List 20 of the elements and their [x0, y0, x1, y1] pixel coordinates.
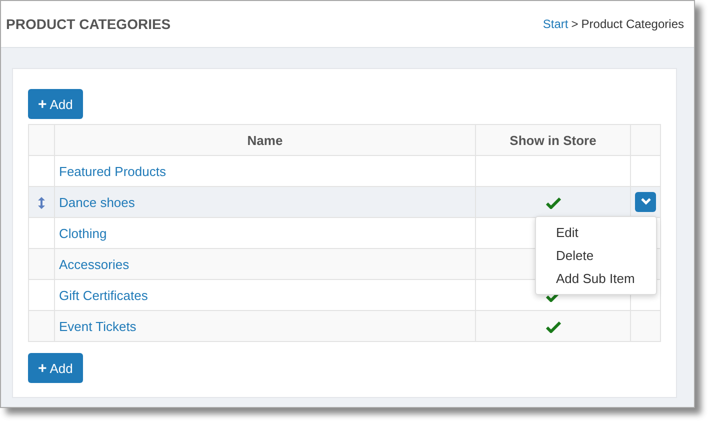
drag-handle-icon[interactable]: [38, 197, 45, 210]
menu-item[interactable]: Add Sub Item: [536, 266, 656, 290]
add-button[interactable]: + Add: [28, 353, 83, 383]
column-header: Name: [54, 124, 476, 156]
breadcrumb-current: Product Categories: [581, 17, 684, 31]
category-link[interactable]: Gift Certificates: [59, 288, 148, 302]
page-title: PRODUCT CATEGORIES: [6, 16, 171, 32]
menu-item[interactable]: Delete: [536, 244, 656, 266]
breadcrumb-separator: >: [571, 17, 578, 31]
category-link[interactable]: Event Tickets: [59, 318, 136, 334]
category-link[interactable]: Accessories: [59, 256, 130, 272]
breadcrumb-link[interactable]: Start: [542, 17, 568, 31]
category-link[interactable]: Dance shoes: [59, 194, 135, 210]
category-link[interactable]: Featured Products: [59, 164, 166, 178]
add-button[interactable]: + Add: [28, 89, 83, 119]
chevron-down-icon: [640, 198, 650, 205]
category-link[interactable]: Clothing: [59, 226, 107, 240]
dropdown-button[interactable]: [635, 192, 656, 212]
column-header: Show in Store: [476, 124, 630, 156]
menu-item[interactable]: Edit: [536, 220, 656, 244]
